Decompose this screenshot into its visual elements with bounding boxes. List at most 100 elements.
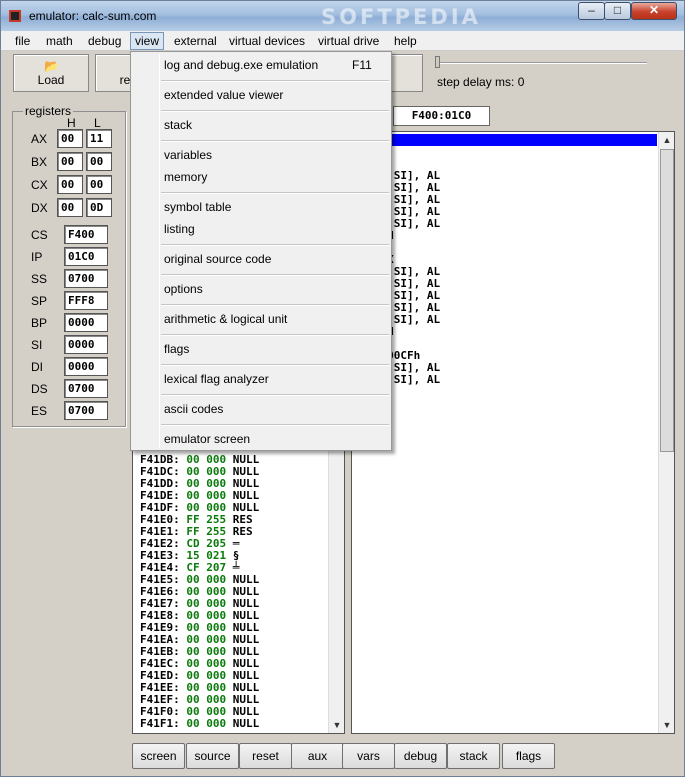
menu-separator [161, 110, 389, 112]
register-low-byte[interactable]: 11 [86, 129, 112, 148]
disassembly-row[interactable]: BH, BH [352, 230, 657, 242]
scroll-up-icon[interactable]: ▲ [659, 132, 674, 148]
minimize-icon: – [588, 3, 595, 17]
high-byte-label: H [67, 116, 76, 130]
vars-button[interactable]: vars [342, 743, 395, 769]
disassembly-row[interactable]: BP [352, 242, 657, 254]
view-menu-item[interactable]: listing [164, 222, 195, 236]
menu-help[interactable]: help [390, 33, 421, 49]
disassembly-list[interactable]: DI016h [BX + SI], AL [BX + SI], AL [BX + SI… [351, 131, 675, 734]
menu-separator [161, 334, 389, 336]
menu-bar: file math debug view external virtual de… [1, 31, 684, 51]
load-label: Load [37, 73, 65, 87]
menu-separator [161, 274, 389, 276]
view-menu-item[interactable]: lexical flag analyzer [164, 372, 269, 386]
flags-button[interactable]: flags [502, 743, 555, 769]
source-button[interactable]: source [186, 743, 239, 769]
view-menu-item[interactable]: arithmetic & logical unit [164, 312, 287, 326]
menu-separator [161, 304, 389, 306]
register-low-byte[interactable]: 00 [86, 175, 112, 194]
menu-file[interactable]: file [11, 33, 34, 49]
view-menu-item[interactable]: log and debug.exe emulation [164, 58, 318, 72]
register-value[interactable]: 0000 [64, 335, 108, 354]
menu-separator [161, 394, 389, 396]
register-label-0: AX [31, 132, 48, 146]
emulator-window: emulator: calc-sum.com SOFTPEDIA – □ ✕ f… [0, 0, 685, 777]
menu-separator [161, 192, 389, 194]
memory-address: F41F1: [140, 717, 180, 730]
view-menu-item[interactable]: emulator screen [164, 432, 250, 446]
view-menu-item[interactable]: ascii codes [164, 402, 223, 416]
title-bar[interactable]: emulator: calc-sum.com SOFTPEDIA – □ ✕ [1, 1, 684, 31]
memory-row[interactable]: F41F1: 00 000 NULL [140, 718, 259, 730]
scroll-thumb[interactable] [660, 149, 674, 452]
register-label-7: DS [31, 382, 48, 396]
register-value[interactable]: 0000 [64, 357, 108, 376]
view-menu-dropdown: log and debug.exe emulation F11 extended v… [130, 51, 392, 451]
view-menu-item[interactable]: stack [164, 118, 192, 132]
register-label-0: CS [31, 228, 48, 242]
register-value[interactable]: 0700 [64, 401, 108, 420]
minimize-button[interactable]: – [578, 2, 605, 20]
load-button[interactable]: 📂 Load [13, 54, 89, 92]
register-high-byte[interactable]: 00 [57, 198, 83, 217]
aux-button[interactable]: aux [291, 743, 344, 769]
registers-title: registers [23, 104, 74, 118]
register-low-byte[interactable]: 0D [86, 198, 112, 217]
scroll-down-icon[interactable]: ▼ [329, 717, 344, 733]
register-label-1: BX [31, 155, 48, 169]
close-icon: ✕ [648, 3, 660, 17]
close-button[interactable]: ✕ [631, 2, 677, 20]
register-low-byte[interactable]: 00 [86, 152, 112, 171]
reset-button[interactable]: reset [239, 743, 292, 769]
disassembly-scrollbar[interactable]: ▲ ▼ [658, 132, 674, 733]
disassembly-row[interactable]: BH, BH [352, 326, 657, 338]
maximize-button[interactable]: □ [604, 2, 631, 20]
register-high-byte[interactable]: 00 [57, 175, 83, 194]
register-value[interactable]: 0700 [64, 269, 108, 288]
menu-virtual-devices[interactable]: virtual devices [225, 33, 309, 49]
step-delay-slider[interactable] [435, 56, 647, 68]
disassembly-row-selected[interactable]: DI [352, 134, 657, 146]
view-menu-item[interactable]: memory [164, 170, 207, 184]
menu-math[interactable]: math [42, 33, 77, 49]
menu-external[interactable]: external [170, 33, 221, 49]
view-menu-item[interactable]: original source code [164, 252, 271, 266]
menu-debug[interactable]: debug [84, 33, 125, 49]
slider-track [435, 62, 647, 64]
view-menu-item[interactable]: variables [164, 148, 212, 162]
register-label-1: IP [31, 250, 43, 264]
window-title: emulator: calc-sum.com [29, 9, 157, 23]
slider-thumb[interactable] [435, 56, 440, 68]
low-byte-label: L [94, 116, 101, 130]
register-label-6: DI [31, 360, 43, 374]
memory-hex: 00 [186, 717, 200, 730]
disassembly-row[interactable]: [BX + SI], AL [352, 374, 657, 386]
register-label-2: SS [31, 272, 48, 286]
register-high-byte[interactable]: 00 [57, 129, 83, 148]
register-value[interactable]: 0000 [64, 313, 108, 332]
app-icon [9, 10, 21, 22]
view-menu-item[interactable]: symbol table [164, 200, 231, 214]
disassembly-row[interactable]: [BX + SI], AL [352, 218, 657, 230]
disassembly-row[interactable]: [BX + SI], AL [352, 314, 657, 326]
stack-button[interactable]: stack [447, 743, 500, 769]
scroll-down-icon[interactable]: ▼ [659, 717, 674, 733]
screen-button[interactable]: screen [132, 743, 185, 769]
address-field[interactable]: F400:01C0 [393, 106, 490, 126]
view-menu-item[interactable]: flags [164, 342, 189, 356]
register-value[interactable]: F400 [64, 225, 108, 244]
register-label-3: SP [31, 294, 48, 308]
register-value[interactable]: FFF8 [64, 291, 108, 310]
menu-separator [161, 244, 389, 246]
disassembly-row[interactable]: 016h [352, 146, 657, 158]
register-value[interactable]: 01C0 [64, 247, 108, 266]
menu-virtual-drive[interactable]: virtual drive [314, 33, 383, 49]
register-high-byte[interactable]: 00 [57, 152, 83, 171]
register-value[interactable]: 0700 [64, 379, 108, 398]
view-menu-item[interactable]: options [164, 282, 203, 296]
debug-button[interactable]: debug [394, 743, 447, 769]
view-menu-item[interactable]: extended value viewer [164, 88, 283, 102]
menu-icon-gutter [159, 54, 160, 448]
menu-view[interactable]: view [130, 32, 165, 50]
